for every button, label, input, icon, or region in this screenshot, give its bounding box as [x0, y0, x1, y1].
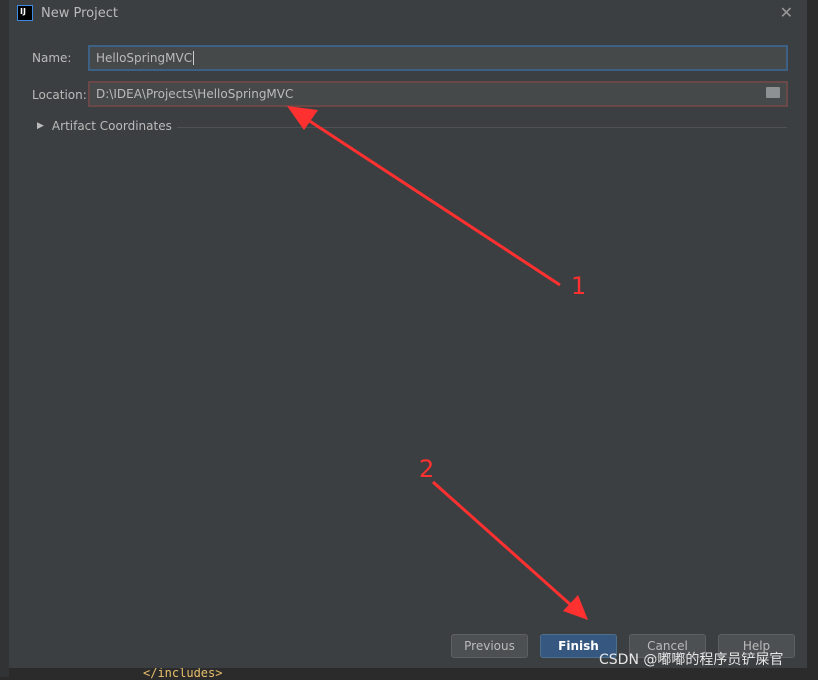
- annotation-label-1: 1: [571, 272, 587, 300]
- annotation-arrow-2: [432, 480, 573, 608]
- annotation-layer: [287, 106, 588, 620]
- annotation-arrow-1: [304, 116, 561, 287]
- watermark: CSDN @嘟嘟的程序员铲屎官: [599, 652, 784, 668]
- annotation-arrowhead-2: [563, 595, 588, 620]
- annotation-label-2: 2: [419, 455, 435, 483]
- annotation-arrowhead-1: [287, 106, 318, 130]
